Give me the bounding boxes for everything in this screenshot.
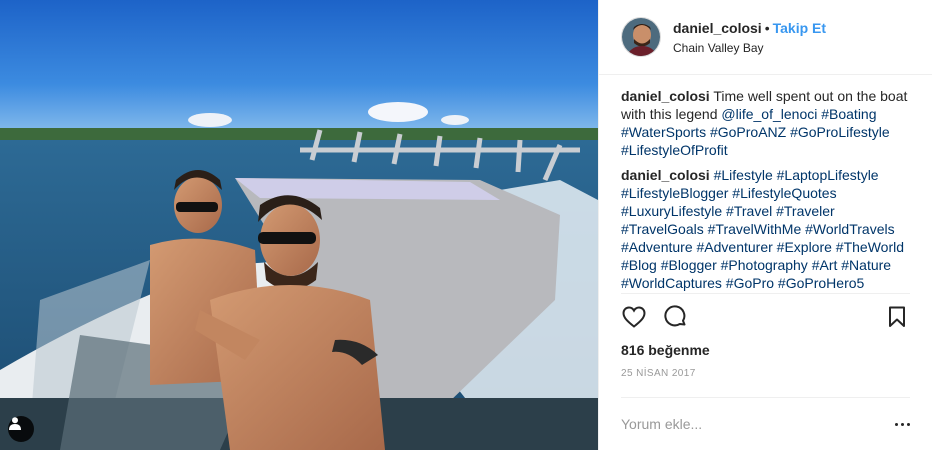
boat-selfie-image xyxy=(0,0,598,450)
post-photo[interactable] xyxy=(0,0,598,450)
caption: daniel_colosi Time well spent out on the… xyxy=(621,87,910,159)
instagram-post: daniel_colosi • Takip Et Chain Valley Bay … xyxy=(0,0,932,450)
user-tag-button[interactable] xyxy=(8,416,34,442)
likes-count[interactable]: 816 beğenme xyxy=(621,342,910,358)
more-options-button[interactable] xyxy=(886,422,910,426)
more-options-icon-dot xyxy=(907,422,910,426)
like-button[interactable] xyxy=(621,304,647,330)
follow-button[interactable]: Takip Et xyxy=(773,20,826,36)
more-options-icon xyxy=(895,422,898,426)
action-bar xyxy=(621,304,910,330)
comment-author[interactable]: daniel_colosi xyxy=(621,167,710,183)
avatar[interactable] xyxy=(621,16,661,57)
comment-icon xyxy=(664,305,686,327)
separator-dot: • xyxy=(764,19,770,36)
comment-item: daniel_colosi #Lifestyle #LaptopLifestyl… xyxy=(621,166,910,294)
post-actions-section: 816 beğenme 25 NİSAN 2017 xyxy=(621,293,910,379)
post-side-panel: daniel_colosi • Takip Et Chain Valley Bay … xyxy=(598,0,932,450)
add-comment-bar xyxy=(621,397,910,450)
avatar-image xyxy=(622,17,660,56)
post-date: 25 NİSAN 2017 xyxy=(621,368,696,380)
comments-list[interactable]: daniel_colosi Time well spent out on the… xyxy=(599,75,932,294)
username-link[interactable]: daniel_colosi xyxy=(673,20,762,36)
caption-author[interactable]: daniel_colosi xyxy=(621,88,710,104)
post-header: daniel_colosi • Takip Et Chain Valley Bay xyxy=(599,0,932,75)
more-options-icon-dot xyxy=(901,422,904,426)
comment-hashtags[interactable]: #Lifestyle #LaptopLifestyle #LifestyleBl… xyxy=(621,167,904,294)
comment-input[interactable] xyxy=(621,416,886,433)
heart-icon xyxy=(622,306,646,329)
comment-button[interactable] xyxy=(663,304,689,330)
caption-mention[interactable]: @life_of_lenoci xyxy=(721,106,817,122)
bookmark-icon xyxy=(889,306,905,328)
save-button[interactable] xyxy=(884,304,910,330)
user-tag-icon xyxy=(9,417,21,430)
location-link[interactable]: Chain Valley Bay xyxy=(673,41,826,55)
